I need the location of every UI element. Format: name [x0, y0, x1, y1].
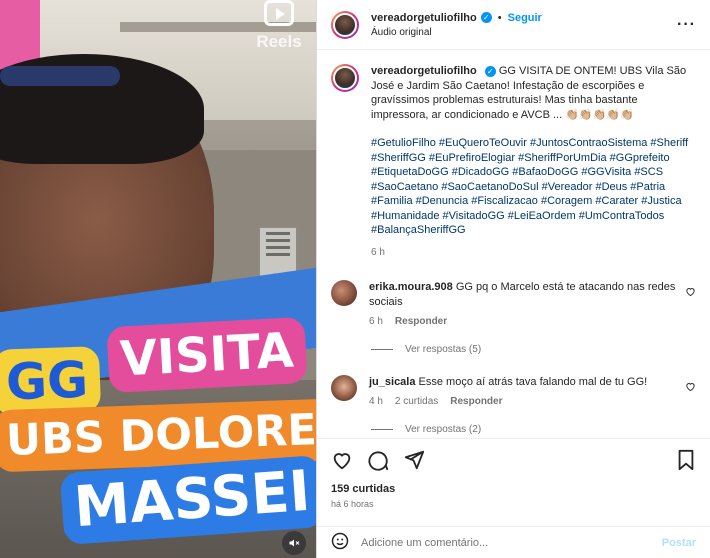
mute-toggle-button[interactable]: [282, 531, 306, 555]
overlay-gg: GG: [0, 346, 102, 416]
sunglasses: [0, 66, 120, 86]
comment-time: 4 h: [369, 396, 383, 407]
like-comment-icon[interactable]: [685, 381, 696, 395]
view-replies-button[interactable]: Ver respostas (2): [371, 424, 696, 435]
author-avatar[interactable]: [331, 10, 359, 39]
reply-button[interactable]: Responder: [450, 395, 502, 410]
caption-username[interactable]: vereadorgetuliofilho: [371, 65, 477, 77]
comment-item: erika.moura.908 GG pq o Marcelo está te …: [331, 280, 696, 330]
verified-icon: ✓: [480, 12, 492, 23]
author-username[interactable]: vereadorgetuliofilho: [371, 12, 477, 24]
save-bookmark-icon[interactable]: [676, 449, 696, 471]
view-replies-button[interactable]: Ver respostas (5): [371, 344, 696, 355]
separator-dot: •: [497, 11, 502, 24]
caption-time: 6 h: [371, 246, 385, 258]
comment-likes[interactable]: 2 curtidas: [395, 395, 438, 410]
caption-avatar[interactable]: [331, 64, 359, 92]
original-audio-link[interactable]: Áudio original: [371, 27, 677, 38]
reels-label: Reels: [256, 32, 302, 51]
share-send-icon[interactable]: [403, 449, 425, 471]
reply-button[interactable]: Responder: [395, 315, 447, 330]
view-replies-label: Ver respostas (2): [405, 423, 482, 435]
reels-badge: Reels: [252, 0, 306, 52]
post-comment-button[interactable]: Postar: [662, 537, 696, 549]
more-options-icon[interactable]: ···: [677, 16, 696, 34]
muted-speaker-icon: [289, 539, 300, 547]
comment-text: Esse moço aí atrás tava falando mal de t…: [418, 375, 648, 388]
caption-hashtags[interactable]: #GetulioFilho #EuQueroTeOuvir #JuntosCon…: [371, 136, 691, 238]
like-heart-icon[interactable]: [331, 449, 353, 471]
post-caption: vereadorgetuliofilho ✓ GG VISITA DE ONTEM…: [331, 64, 696, 260]
emoji-icon[interactable]: [331, 532, 349, 553]
comment-item: ju_sicala Esse moço aí atrás tava faland…: [331, 374, 696, 410]
post-actions: 159 curtidas há 6 horas: [317, 438, 710, 526]
likes-count[interactable]: 159 curtidas: [331, 483, 696, 495]
commenter-avatar[interactable]: [331, 374, 357, 401]
comment-time: 6 h: [369, 316, 383, 327]
reels-icon: [264, 0, 294, 26]
verified-icon: ✓: [484, 66, 496, 77]
overlay-visita: VISITA: [106, 316, 308, 394]
commenter-username[interactable]: erika.moura.908: [369, 281, 453, 293]
add-comment-bar: Postar: [317, 526, 710, 558]
comment-bubble-icon[interactable]: [367, 449, 389, 471]
commenter-avatar[interactable]: [331, 280, 357, 306]
follow-button[interactable]: Seguir: [508, 12, 542, 24]
post-sidebar: vereadorgetuliofilho ✓ • Seguir Áudio or…: [316, 0, 710, 558]
post-time: há 6 horas: [331, 499, 374, 509]
post-dialog: Reels VISITA GG UBS DOLORES MASSEI verea…: [0, 0, 710, 558]
view-replies-label: Ver respostas (5): [405, 343, 482, 355]
commenter-username[interactable]: ju_sicala: [369, 376, 415, 388]
post-header: vereadorgetuliofilho ✓ • Seguir Áudio or…: [317, 0, 710, 50]
comments-area[interactable]: vereadorgetuliofilho ✓ GG VISITA DE ONTEM…: [317, 50, 710, 438]
like-comment-icon[interactable]: [685, 286, 696, 300]
comment-input[interactable]: [361, 536, 662, 549]
reel-video[interactable]: Reels VISITA GG UBS DOLORES MASSEI: [0, 0, 316, 558]
